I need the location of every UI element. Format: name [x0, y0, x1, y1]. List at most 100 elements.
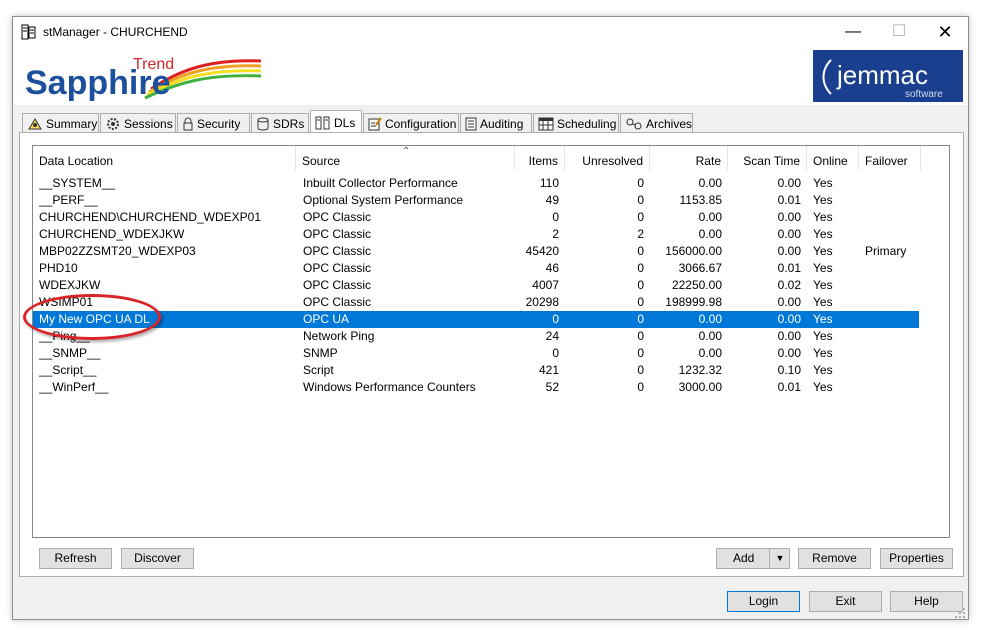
tab-configuration[interactable]: Configuration: [363, 113, 459, 132]
table-row[interactable]: __SYSTEM__ Inbuilt Collector Performance 1…: [33, 175, 919, 192]
table-row[interactable]: My New OPC UA DL OPC UA 0 0 0.00 0.00 Yes: [33, 311, 919, 328]
software-text: software: [905, 89, 943, 100]
resize-grip-icon[interactable]: [954, 607, 966, 619]
cell-items: 421: [538, 363, 559, 377]
table-row[interactable]: __SNMP__ SNMP 0 0 0.00 0.00 Yes: [33, 345, 919, 362]
help-button[interactable]: Help: [890, 591, 963, 612]
column-header-items[interactable]: Items: [515, 146, 565, 170]
cell-location: __SYSTEM__: [39, 176, 116, 190]
cell-online: Yes: [813, 261, 833, 275]
cell-scan: 0.00: [777, 176, 801, 190]
cell-online: Yes: [813, 227, 833, 241]
tab-sessions[interactable]: Sessions: [100, 113, 176, 132]
tab-security[interactable]: Security: [177, 113, 250, 132]
tab-archives-label: Archives: [646, 116, 693, 131]
tab-sdrs[interactable]: SDRs: [251, 113, 309, 132]
tab-auditing[interactable]: Auditing: [460, 113, 532, 132]
table-row[interactable]: __PERF__ Optional System Performance 49 0 11…: [33, 192, 919, 209]
cell-unresolved: 0: [637, 329, 644, 343]
cell-rate: 0.00: [698, 346, 722, 360]
cell-online: Yes: [813, 380, 833, 394]
cell-rate: 3000.00: [678, 380, 722, 394]
lock-icon: [183, 117, 193, 131]
cell-online: Yes: [813, 278, 833, 292]
table-row[interactable]: __Ping__ Network Ping 24 0 0.00 0.00 Yes: [33, 328, 919, 345]
minimize-button[interactable]: —: [830, 17, 876, 47]
tab-summary-label: Summary: [46, 116, 98, 131]
cell-online: Yes: [813, 193, 833, 207]
cell-online: Yes: [813, 346, 833, 360]
title-bar[interactable]: stManager - CHURCHEND — ☐ ✕: [13, 17, 968, 47]
cell-failover: [865, 226, 921, 243]
table-row[interactable]: CHURCHEND\CHURCHEND_WDEXP01 OPC Classic 0 0…: [33, 209, 919, 226]
tab-sdrs-label: SDRs: [273, 116, 305, 131]
cell-unresolved: 0: [637, 295, 644, 309]
tab-scheduling[interactable]: Scheduling: [533, 113, 619, 132]
properties-button[interactable]: Properties: [880, 548, 953, 569]
cell-location: CHURCHEND_WDEXJKW: [39, 227, 185, 241]
cell-rate: 3066.67: [678, 261, 722, 275]
column-header-source[interactable]: ⌃ Source: [296, 146, 515, 170]
table-row[interactable]: WSIMP01 OPC Classic 20298 0 198999.98 0.00 Yes: [33, 294, 919, 311]
table-row[interactable]: PHD10 OPC Classic 46 0 3066.67 0.01 Yes: [33, 260, 919, 277]
column-header-rate[interactable]: Rate: [650, 146, 728, 170]
table-row[interactable]: WDEXJKW OPC Classic 4007 0 22250.00 0.02 Yes: [33, 277, 919, 294]
cell-unresolved: 0: [637, 244, 644, 258]
cell-unresolved: 0: [637, 346, 644, 360]
close-button[interactable]: ✕: [922, 17, 968, 47]
cell-location: __Script__: [39, 363, 97, 377]
cell-location: __PERF__: [39, 193, 98, 207]
cell-failover: [865, 260, 921, 277]
dropdown-arrow-icon[interactable]: ▼: [769, 549, 790, 568]
cell-source: Optional System Performance: [303, 193, 464, 207]
login-button[interactable]: Login: [727, 591, 800, 612]
column-header-scan-time[interactable]: Scan Time: [728, 146, 807, 170]
column-header-data-location[interactable]: Data Location: [33, 146, 296, 170]
cell-items: 24: [545, 329, 559, 343]
refresh-button[interactable]: Refresh: [39, 548, 112, 569]
gear-icon: [107, 117, 119, 130]
column-header-failover[interactable]: Failover: [859, 146, 921, 170]
table-row[interactable]: __WinPerf__ Windows Performance Counters 5…: [33, 379, 919, 396]
tab-summary[interactable]: Summary: [22, 113, 99, 132]
column-header-online[interactable]: Online: [807, 146, 859, 170]
table-row[interactable]: CHURCHEND_WDEXJKW OPC Classic 2 2 0.00 0.00 Ye…: [33, 226, 919, 243]
cell-items: 46: [545, 261, 559, 275]
table-row[interactable]: MBP02ZZSMT20_WDEXP03 OPC Classic 45420 0 156…: [33, 243, 919, 260]
cell-online: Yes: [813, 176, 833, 190]
tab-configuration-label: Configuration: [385, 116, 457, 131]
cell-rate: 0.00: [698, 312, 722, 326]
column-header-unresolved[interactable]: Unresolved: [565, 146, 650, 170]
cell-failover: [865, 175, 921, 192]
cell-source: OPC UA: [303, 312, 350, 326]
exit-button[interactable]: Exit: [809, 591, 882, 612]
column-header-source-label: Source: [302, 154, 341, 168]
cell-rate: 0.00: [698, 210, 722, 224]
add-button-label: Add: [733, 551, 755, 565]
tab-archives[interactable]: Archives: [620, 113, 693, 132]
configuration-icon: [368, 117, 382, 131]
cell-source: OPC Classic: [303, 278, 372, 292]
discover-button[interactable]: Discover: [121, 548, 194, 569]
cell-unresolved: 0: [637, 380, 644, 394]
sort-ascending-icon: ⌃: [402, 146, 411, 157]
add-split-button[interactable]: Add ▼: [716, 548, 790, 569]
dls-tab-panel: Data Location ⌃ Source Items Unresolved R…: [19, 132, 964, 577]
cell-unresolved: 0: [637, 210, 644, 224]
cell-location: PHD10: [39, 261, 78, 275]
cell-location: WDEXJKW: [39, 278, 101, 292]
cell-items: 2: [552, 227, 559, 241]
maximize-button[interactable]: ☐: [876, 17, 922, 47]
remove-button[interactable]: Remove: [798, 548, 871, 569]
table-row[interactable]: __Script__ Script 421 0 1232.32 0.10 Yes: [33, 362, 919, 379]
cell-items: 110: [539, 176, 559, 190]
cell-failover: [865, 277, 921, 294]
calendar-icon: [538, 117, 554, 131]
tab-sessions-label: Sessions: [124, 116, 173, 131]
data-locations-list[interactable]: Data Location ⌃ Source Items Unresolved R…: [32, 145, 950, 538]
cell-rate: 0.00: [698, 176, 722, 190]
cell-location: My New OPC UA DL: [39, 312, 150, 326]
cell-online: Yes: [813, 312, 833, 326]
cell-failover: Primary: [865, 244, 907, 258]
tab-dls[interactable]: DLs: [310, 110, 362, 133]
